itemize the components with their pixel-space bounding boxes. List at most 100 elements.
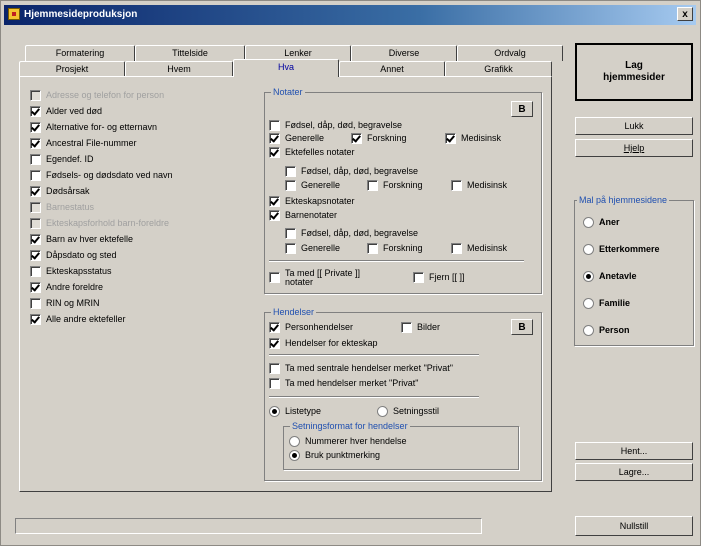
checkbox-ekteskapsforhold[interactable]: Ekteskapsforhold barn-foreldre [30,217,169,229]
checkbox-box [30,233,41,245]
checkbox-sentrale-private[interactable]: Ta med sentrale hendelser merket "Privat… [269,362,453,374]
checkbox-dapsdato[interactable]: Dåpsdato og sted [30,249,117,261]
tab-grafikk[interactable]: Grafikk [445,61,552,77]
checkbox-label: Forskning [383,180,423,190]
hent-button[interactable]: Hent... [575,442,693,460]
button-label: Hent... [620,446,648,456]
tab-hvem[interactable]: Hvem [125,61,233,77]
radio-anetavle[interactable]: Anetavle [583,270,637,282]
lukk-button[interactable]: Lukk [575,117,693,135]
checkbox-label: Fødsels- og dødsdato ved navn [46,170,173,180]
checkbox-box [30,137,41,149]
radio-nummerer[interactable]: Nummerer hver hendelse [289,435,407,447]
tab-diverse[interactable]: Diverse [351,45,457,61]
tab-prosjekt[interactable]: Prosjekt [19,61,125,77]
checkbox-personhendelser[interactable]: Personhendelser [269,321,353,333]
checkbox-bilder[interactable]: Bilder [401,321,440,333]
tab-tittelside[interactable]: Tittelside [135,45,245,61]
checkbox-barnestatus[interactable]: Barnestatus [30,201,94,213]
checkbox-rin-mrin[interactable]: RIN og MRIN [30,297,100,309]
checkbox-hendelser-ekteskap[interactable]: Hendelser for ekteskap [269,337,378,349]
tab-label: Annet [380,64,404,74]
tab-formatering[interactable]: Formatering [25,45,135,61]
checkbox-box [30,153,41,165]
close-button[interactable]: x [677,7,693,21]
checkbox-ektefelles-notater[interactable]: Ektefelles notater [269,146,355,158]
checkbox-ekteskapsstatus[interactable]: Ekteskapsstatus [30,265,112,277]
checkbox-notat-forskning[interactable]: Forskning [351,132,407,144]
checkbox-hendelser-private[interactable]: Ta med hendelser merket "Privat" [269,377,418,389]
checkbox-barn-ektefelle[interactable]: Barn av hver ektefelle [30,233,133,245]
checkbox-box [30,313,41,325]
tab-annet[interactable]: Annet [339,61,445,77]
checkbox-andre-ektefeller[interactable]: Alle andre ektefeller [30,313,126,325]
checkbox-ekteskapsnotater[interactable]: Ekteskapsnotater [269,195,355,207]
checkbox-box [285,227,296,239]
checkbox-box [285,165,296,177]
checkbox-label: Ta med [[ Private ]] notater [285,268,361,287]
checkbox-label: Bilder [417,322,441,332]
tab-label: Hvem [167,64,191,74]
tab-label: Prosjekt [55,64,89,74]
checkbox-private-notater[interactable]: Ta med [[ Private ]] notater [269,269,381,291]
checkbox-barn-forskning[interactable]: Forskning [367,242,423,254]
checkbox-fodsel-dod-dato[interactable]: Fødsels- og dødsdato ved navn [30,169,173,181]
checkbox-notat-fodsel[interactable]: Fødsel, dåp, død, begravelse [269,119,402,131]
notater-group-title: Notater [271,87,305,97]
notater-b-button[interactable]: B [511,101,533,117]
checkbox-barnenotater[interactable]: Barnenotater [269,209,337,221]
checkbox-label: Dåpsdato og sted [46,250,117,260]
radio-familie[interactable]: Familie [583,297,630,309]
checkbox-notat-medisinsk[interactable]: Medisinsk [445,132,501,144]
radio-label: Nummerer hver hendelse [305,436,407,446]
checkbox-box [269,195,280,207]
radio-listetype[interactable]: Listetype [269,405,321,417]
checkbox-label: Forskning [367,133,407,143]
radio-aner[interactable]: Aner [583,216,620,228]
hjelp-button[interactable]: Hjelp [575,139,693,157]
setningsformat-group: Setningsformat for hendelser [283,421,519,470]
radio-dot [583,270,594,282]
radio-etterkommere[interactable]: Etterkommere [583,243,660,255]
checkbox-label: Fjern [[ ]] [429,272,465,282]
checkbox-alternative-navn[interactable]: Alternative for- og etternavn [30,121,157,133]
checkbox-box [30,185,41,197]
radio-punktmerking[interactable]: Bruk punktmerking [289,449,380,461]
radio-label: Aner [599,217,620,227]
checkbox-egendef-id[interactable]: Egendef. ID [30,153,94,165]
checkbox-ektefelle-generelle[interactable]: Generelle [285,179,340,191]
checkbox-ancestral-file[interactable]: Ancestral File-nummer [30,137,137,149]
button-label: Hjelp [623,143,645,153]
checkbox-dodsarsak[interactable]: Dødsårsak [30,185,90,197]
checkbox-alder[interactable]: Alder ved død [30,105,102,117]
checkbox-adresse[interactable]: Adresse og telefon for person [30,89,164,101]
hendelser-b-button[interactable]: B [511,319,533,335]
checkbox-label: Forskning [383,243,423,253]
checkbox-box [269,119,280,131]
radio-setningsstil[interactable]: Setningsstil [377,405,439,417]
checkbox-label: RIN og MRIN [46,298,100,308]
radio-label: Person [599,325,630,335]
checkbox-label: Ekteskapsnotater [285,196,355,206]
checkbox-andre-foreldre[interactable]: Andre foreldre [30,281,103,293]
tab-hva[interactable]: Hva [233,59,339,77]
nullstill-button[interactable]: Nullstill [575,516,693,536]
checkbox-barn-medisinsk[interactable]: Medisinsk [451,242,507,254]
button-label: Lukk [624,121,644,131]
radio-person[interactable]: Person [583,324,630,336]
checkbox-ektefelle-fodsel[interactable]: Fødsel, dåp, død, begravelse [285,165,418,177]
checkbox-barn-generelle[interactable]: Generelle [285,242,340,254]
checkbox-notat-generelle[interactable]: Generelle [269,132,324,144]
checkbox-barn-fodsel[interactable]: Fødsel, dåp, død, begravelse [285,227,418,239]
checkbox-ektefelle-forskning[interactable]: Forskning [367,179,423,191]
radio-dot [583,324,594,336]
checkbox-box [30,121,41,133]
checkbox-ektefelle-medisinsk[interactable]: Medisinsk [451,179,507,191]
tab-ordvalg[interactable]: Ordvalg [457,45,563,61]
checkbox-fjern[interactable]: Fjern [[ ]] [413,271,465,283]
lagre-button[interactable]: Lagre... [575,463,693,481]
lag-hjemmesider-button[interactable]: Lag hjemmesider [575,43,693,101]
title-bar[interactable]: Hjemmesideproduksjon x [4,5,696,25]
checkbox-label: Personhendelser [285,322,354,332]
checkbox-box [30,297,41,309]
